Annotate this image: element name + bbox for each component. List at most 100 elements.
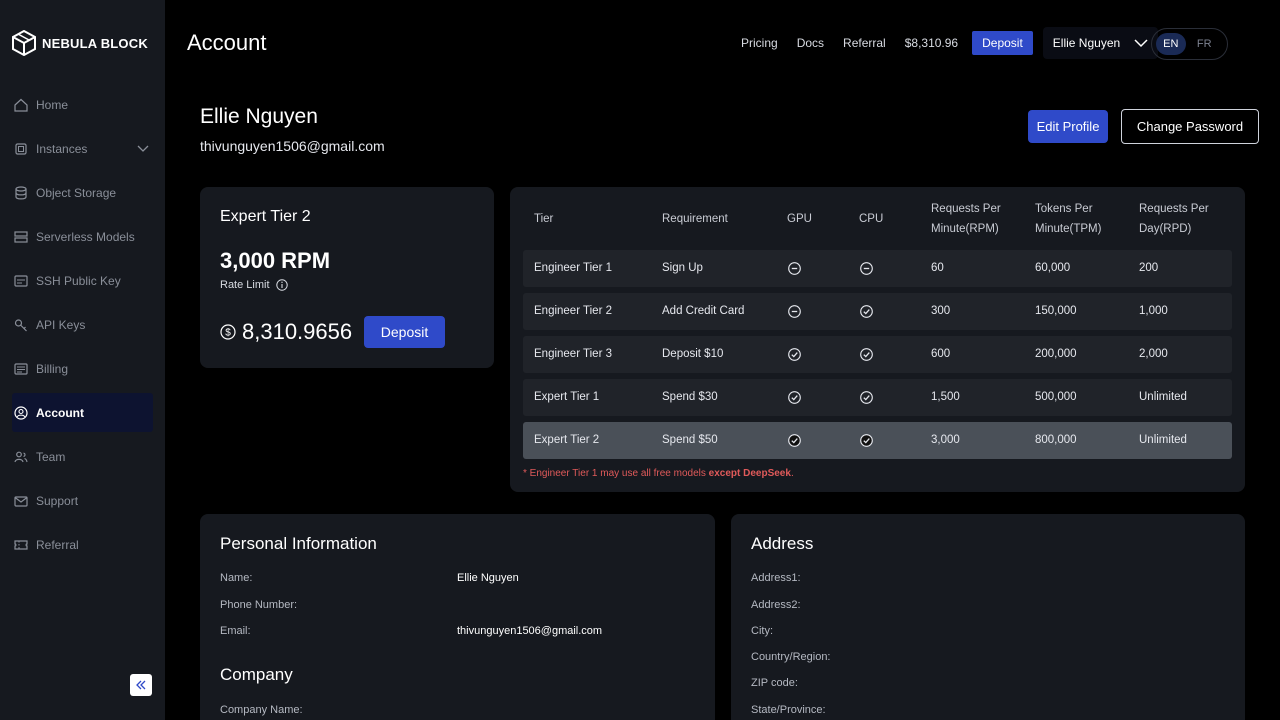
cell-rpm: 300 <box>931 305 951 317</box>
cell-requirement: Spend $50 <box>662 434 718 446</box>
table-row: Expert Tier 2 Spend $50 3,000 800,000 Unlimi… <box>523 422 1232 459</box>
tier-deposit-button[interactable]: Deposit <box>364 316 445 348</box>
dash-circle-icon <box>860 262 873 275</box>
address1-label: Address1: <box>751 572 801 584</box>
cell-rpd: 1,000 <box>1139 305 1168 317</box>
language-option-en[interactable]: EN <box>1156 33 1186 55</box>
cell-rpd: 2,000 <box>1139 348 1168 360</box>
footnote-period: . <box>790 468 794 479</box>
profile-name: Ellie Nguyen <box>200 105 318 128</box>
brand-logo[interactable]: NEBULA BLOCK <box>12 30 148 56</box>
email-label: Email: <box>220 625 251 637</box>
sidebar-item-instances[interactable]: Instances <box>12 129 153 168</box>
chevron-down-icon[interactable] <box>137 142 149 154</box>
sidebar-item-label: SSH Public Key <box>36 273 121 288</box>
sidebar-item-api-keys[interactable]: API Keys <box>12 305 153 344</box>
footnote-emphasis: except DeepSeek <box>708 468 791 479</box>
sidebar-item-label: Team <box>36 449 66 464</box>
footnote-text: * Engineer Tier 1 may use all free model… <box>523 468 706 479</box>
dash-circle-icon <box>788 262 801 275</box>
column-header-rpd-line2: Day(RPD) <box>1139 223 1192 235</box>
cell-tpm: 800,000 <box>1035 434 1077 446</box>
sidebar-item-ssh-public-key[interactable]: SSH Public Key <box>12 261 153 300</box>
key-card-icon <box>14 274 28 287</box>
sidebar-item-team[interactable]: Team <box>12 437 153 476</box>
mail-icon <box>14 495 28 507</box>
table-footnote: * Engineer Tier 1 may use all free model… <box>523 468 794 479</box>
table-header: Tier Requirement GPU CPU Requests Per Mi… <box>523 199 1232 251</box>
sidebar-item-object-storage[interactable]: Object Storage <box>12 173 153 212</box>
collapse-sidebar-button[interactable] <box>130 674 152 696</box>
sidebar-nav: Home Instances Object Storage Serverless… <box>0 85 165 569</box>
header-balance: $8,310.96 <box>904 36 959 50</box>
email-value: thivunguyen1506@gmail.com <box>457 625 603 637</box>
header-deposit-button[interactable]: Deposit <box>972 31 1033 55</box>
column-header-rpm-line2: Minute(RPM) <box>931 223 999 235</box>
cell-tier: Engineer Tier 2 <box>534 305 612 317</box>
sidebar-item-serverless-models[interactable]: Serverless Models <box>12 217 153 256</box>
cell-tpm: 500,000 <box>1035 391 1077 403</box>
table-row: Engineer Tier 3 Deposit $10 600 200,000 2,00… <box>523 336 1232 373</box>
column-header-rpm-line1: Requests Per <box>931 203 1001 215</box>
state-province-label: State/Province: <box>751 704 826 716</box>
sidebar-item-referral[interactable]: Referral <box>12 525 153 564</box>
cell-requirement: Spend $30 <box>662 391 718 403</box>
referral-link[interactable]: Referral <box>843 36 886 50</box>
language-option-fr[interactable]: FR <box>1190 33 1220 55</box>
phone-label: Phone Number: <box>220 599 298 611</box>
double-chevron-left-icon <box>136 680 146 690</box>
cell-rpd: 200 <box>1139 262 1159 274</box>
company-name-label: Company Name: <box>220 704 303 716</box>
table-row: Engineer Tier 1 Sign Up 60 60,000 200 <box>523 250 1232 287</box>
personal-information-title: Personal Information <box>220 534 377 553</box>
name-value: Ellie Nguyen <box>457 572 519 584</box>
cell-requirement: Add Credit Card <box>662 305 745 317</box>
cell-tpm: 150,000 <box>1035 305 1077 317</box>
cell-rpm: 1,500 <box>931 391 960 403</box>
cell-tier: Engineer Tier 3 <box>534 348 612 360</box>
cell-tier: Expert Tier 1 <box>534 391 600 403</box>
city-label: City: <box>751 625 773 637</box>
edit-profile-button[interactable]: Edit Profile <box>1028 110 1108 143</box>
column-header-cpu: CPU <box>859 213 884 225</box>
sidebar-item-billing[interactable]: Billing <box>12 349 153 388</box>
cell-rpd: Unlimited <box>1139 434 1187 446</box>
server-icon <box>14 230 28 243</box>
current-tier-card: Expert Tier 2 3,000 RPM Rate Limit $ 8,3… <box>200 187 494 368</box>
top-navigation: Pricing Docs Referral $8,310.96 Deposit … <box>741 27 1159 59</box>
nebula-cube-icon <box>12 30 36 56</box>
company-title: Company <box>220 665 293 684</box>
pricing-link[interactable]: Pricing <box>741 36 778 50</box>
chevron-down-icon <box>1134 39 1148 48</box>
rate-limit-label: Rate Limit <box>220 279 270 291</box>
sidebar-item-label: Object Storage <box>36 185 117 200</box>
rate-limit-value: 3,000 RPM <box>220 248 331 273</box>
docs-link[interactable]: Docs <box>797 36 824 50</box>
column-header-rpm: Requests Per Minute(RPM) <box>931 199 1001 239</box>
column-header-tpm-line1: Tokens Per <box>1035 203 1093 215</box>
check-circle-icon <box>788 391 801 404</box>
sidebar-item-label: Support <box>36 493 79 508</box>
dollar-circle-icon: $ <box>220 324 236 340</box>
user-menu[interactable]: Ellie Nguyen <box>1042 27 1159 59</box>
info-icon[interactable] <box>275 279 288 291</box>
sidebar-item-label: Billing <box>36 361 69 376</box>
cell-tpm: 60,000 <box>1035 262 1071 274</box>
tier-title: Expert Tier 2 <box>220 208 311 225</box>
check-circle-icon <box>788 434 801 447</box>
cell-rpd: Unlimited <box>1139 391 1187 403</box>
column-header-gpu: GPU <box>787 213 812 225</box>
address-card: Address Address1: Address2: City: Countr… <box>731 514 1245 720</box>
dash-circle-icon <box>788 305 801 318</box>
country-region-label: Country/Region: <box>751 651 831 663</box>
user-circle-icon <box>14 405 28 420</box>
sidebar-item-home[interactable]: Home <box>12 85 153 124</box>
tier-table: Tier Requirement GPU CPU Requests Per Mi… <box>510 187 1245 492</box>
column-header-requirement: Requirement <box>662 213 728 225</box>
database-icon <box>15 185 27 199</box>
column-header-tpm: Tokens Per Minute(TPM) <box>1035 199 1101 239</box>
change-password-button[interactable]: Change Password <box>1121 109 1259 144</box>
personal-information-card: Personal Information Name: Ellie Nguyen … <box>200 514 715 720</box>
sidebar-item-account[interactable]: Account <box>12 393 153 432</box>
sidebar-item-support[interactable]: Support <box>12 481 153 520</box>
